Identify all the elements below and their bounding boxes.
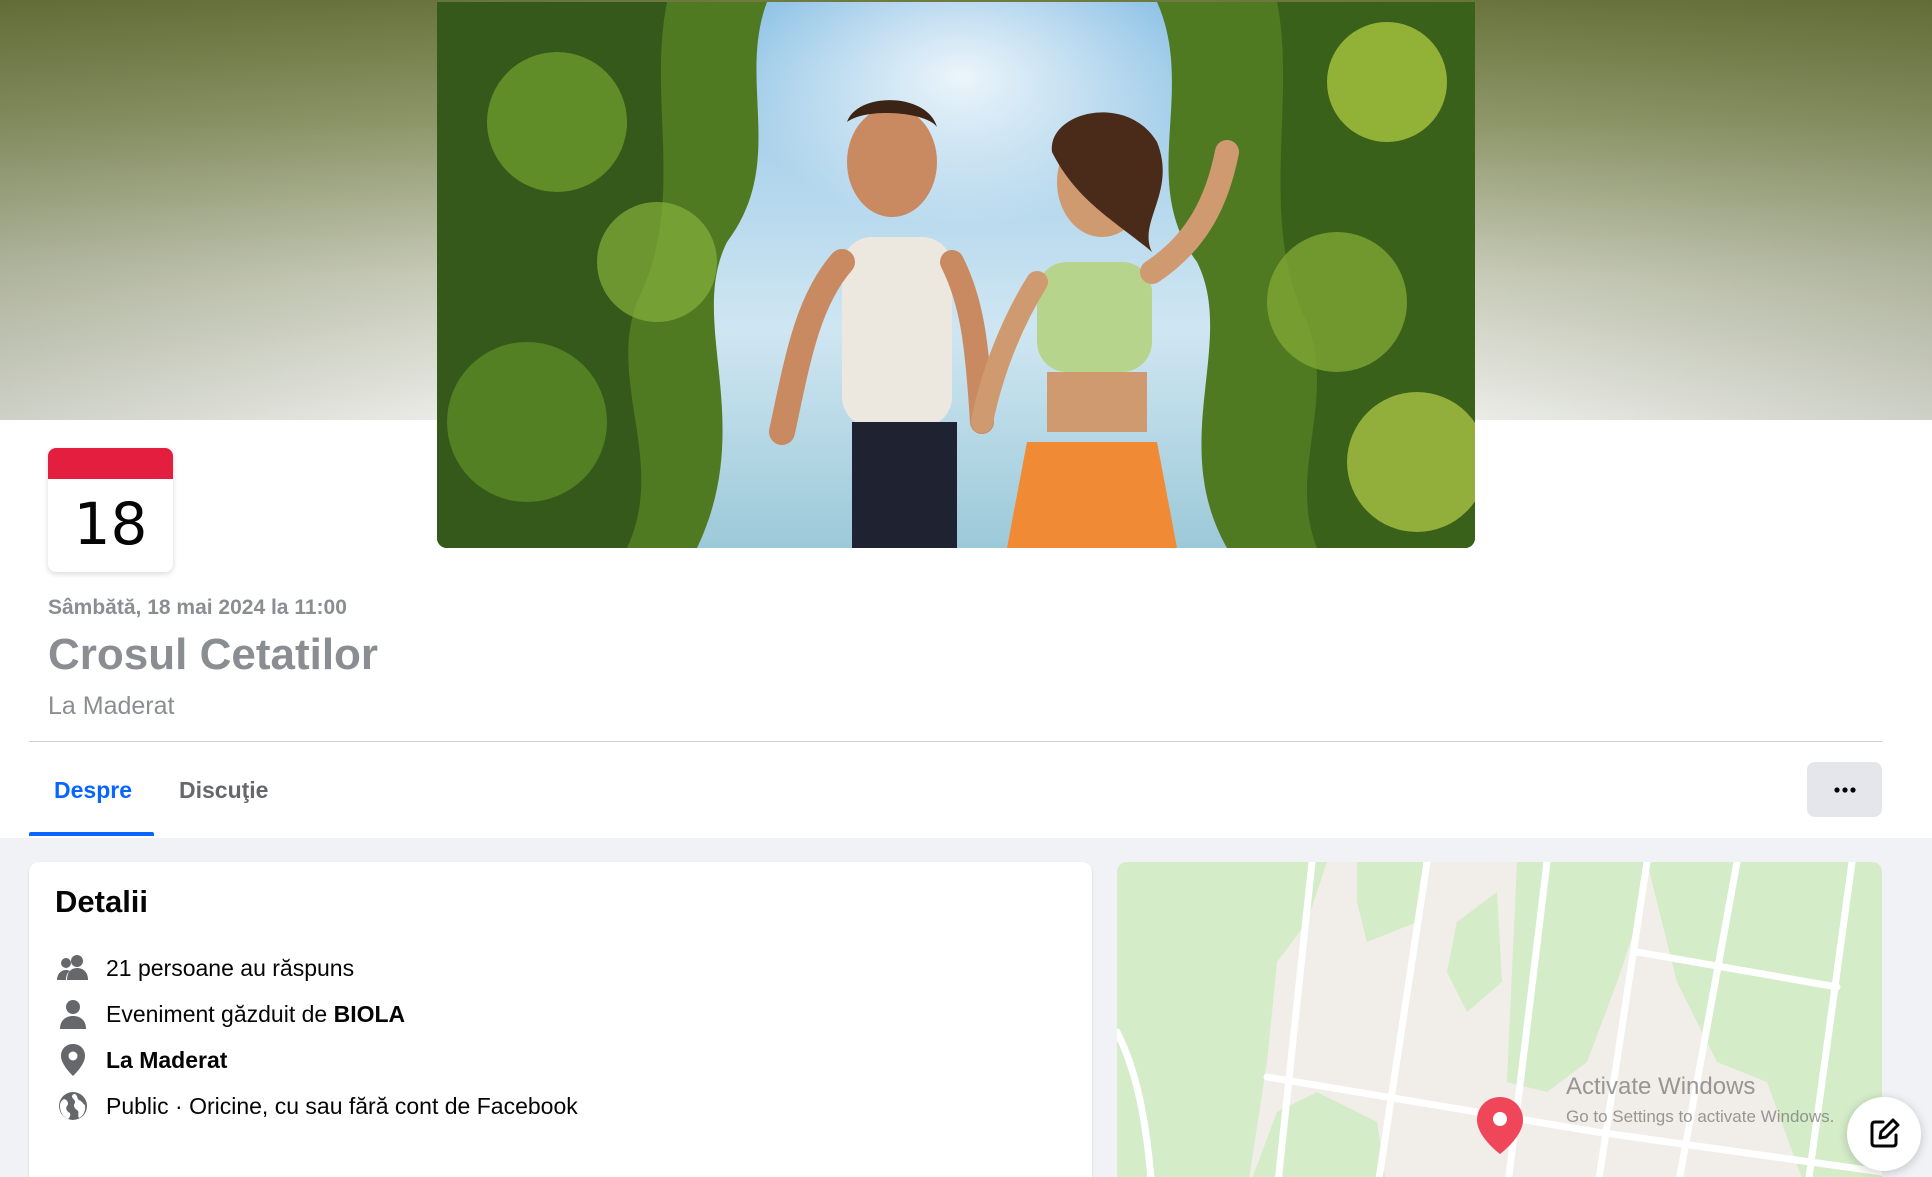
more-horizontal-icon [1833,786,1856,793]
location-map[interactable] [1117,862,1882,1177]
event-header: 18 Sâmbătă, 18 mai 2024 la 11:00 Crosul … [0,0,1932,838]
person-icon [55,996,91,1032]
event-title: Crosul Cetatilor [48,630,379,679]
header-divider [29,741,1882,742]
map-illustration [1117,862,1882,1177]
location-name[interactable]: La Maderat [106,1047,227,1073]
calendar-badge: 18 [48,448,173,572]
globe-icon [55,1088,91,1124]
host-row: Eveniment găzduit de BIOLA [55,994,405,1034]
details-card: Detalii 21 persoane au răspuns Eveniment… [29,862,1092,1177]
host-text: Eveniment găzduit de BIOLA [106,1001,405,1028]
tab-discussion[interactable]: Discuţie [154,760,293,836]
details-heading: Detalii [55,884,149,919]
host-prefix: Eveniment găzduit de [106,1000,334,1027]
cover-photo[interactable] [437,2,1475,548]
calendar-badge-header [48,448,173,479]
new-message-button[interactable] [1847,1097,1921,1171]
responses-row: 21 persoane au răspuns [55,948,354,988]
location-pin-icon [55,1042,91,1078]
tab-about[interactable]: Despre [29,760,154,836]
people-icon [55,950,91,986]
event-datetime: Sâmbătă, 18 mai 2024 la 11:00 [48,596,347,619]
privacy-text: Public · Oricine, cu sau fără cont de Fa… [106,1092,578,1119]
calendar-day: 18 [73,490,148,558]
more-options-button[interactable] [1807,762,1882,817]
responses-text: 21 persoane au răspuns [106,954,355,981]
privacy-row: Public · Oricine, cu sau fără cont de Fa… [55,1086,578,1126]
location-row: La Maderat [55,1040,227,1080]
location-link[interactable]: La Maderat [106,1047,227,1074]
host-name-link[interactable]: BIOLA [334,1001,406,1027]
cover-image-illustration [437,2,1475,548]
compose-icon [1870,1118,1900,1148]
event-location[interactable]: La Maderat [48,692,174,721]
